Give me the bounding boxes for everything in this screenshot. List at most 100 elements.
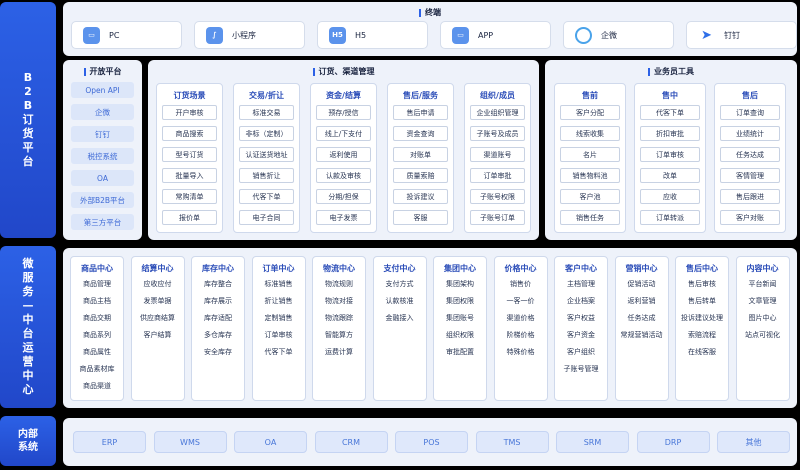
- service-item[interactable]: 任务达成: [616, 313, 668, 323]
- service-item[interactable]: 库存整合: [192, 279, 244, 289]
- service-item[interactable]: 集团架构: [434, 279, 486, 289]
- order-item[interactable]: 认证送货地址: [239, 147, 294, 162]
- service-item[interactable]: 企业档案: [555, 296, 607, 306]
- service-item[interactable]: 站点可视化: [737, 330, 789, 340]
- service-item[interactable]: 商品素材库: [71, 364, 123, 374]
- order-item[interactable]: 对账单: [393, 147, 448, 162]
- sales-item[interactable]: 订单转派: [640, 210, 700, 225]
- internal-system[interactable]: CRM: [314, 431, 388, 453]
- terminal-item-2[interactable]: H5 H5: [317, 21, 428, 49]
- service-item[interactable]: 投诉建议处理: [676, 313, 728, 323]
- order-item[interactable]: 认款及审核: [316, 168, 371, 183]
- open-platform-item[interactable]: 钉钉: [71, 126, 134, 142]
- sales-item[interactable]: 任务达成: [720, 147, 780, 162]
- sales-item[interactable]: 折扣审批: [640, 126, 700, 141]
- internal-system[interactable]: OA: [234, 431, 307, 453]
- service-item[interactable]: 商品交期: [71, 313, 123, 323]
- service-item[interactable]: 文章管理: [737, 296, 789, 306]
- sales-item[interactable]: 业绩统计: [720, 126, 780, 141]
- order-item[interactable]: 企业组织管理: [470, 105, 525, 120]
- service-item[interactable]: 主档管理: [555, 279, 607, 289]
- order-item[interactable]: 非标（定制）: [239, 126, 294, 141]
- order-item[interactable]: 质量索赔: [393, 168, 448, 183]
- service-item[interactable]: 组织权限: [434, 330, 486, 340]
- internal-system[interactable]: WMS: [153, 431, 227, 453]
- service-item[interactable]: 商品管理: [71, 279, 123, 289]
- service-item[interactable]: 阶梯价格: [495, 330, 547, 340]
- order-item[interactable]: 预存/授信: [316, 105, 371, 120]
- service-item[interactable]: 库存展示: [192, 296, 244, 306]
- sales-item[interactable]: 客情管理: [720, 168, 780, 183]
- terminal-item-4[interactable]: 企微: [563, 21, 674, 49]
- service-item[interactable]: 审批配置: [434, 347, 486, 357]
- sales-item[interactable]: 应收: [640, 189, 700, 204]
- order-item[interactable]: 子账号订单: [470, 210, 525, 225]
- order-item[interactable]: 标准交易: [239, 105, 294, 120]
- order-item[interactable]: 报价单: [162, 210, 217, 225]
- sales-item[interactable]: 客户分配: [560, 105, 620, 120]
- order-item[interactable]: 渠道账号: [470, 147, 525, 162]
- sales-item[interactable]: 售后跟进: [720, 189, 780, 204]
- order-item[interactable]: 电子发票: [316, 210, 371, 225]
- service-item[interactable]: 折让销售: [253, 296, 305, 306]
- service-item[interactable]: 渠道价格: [495, 313, 547, 323]
- order-item[interactable]: 开户审核: [162, 105, 217, 120]
- order-item[interactable]: 商品搜索: [162, 126, 217, 141]
- service-item[interactable]: 物流规则: [313, 279, 365, 289]
- open-platform-item[interactable]: 第三方平台: [71, 214, 134, 230]
- sales-item[interactable]: 销售任务: [560, 210, 620, 225]
- sales-item[interactable]: 销售物料池: [560, 168, 620, 183]
- service-item[interactable]: 认款核准: [374, 296, 426, 306]
- service-item[interactable]: 客户结算: [132, 330, 184, 340]
- terminal-item-3[interactable]: ▭ APP: [440, 21, 551, 49]
- service-item[interactable]: 库存适配: [192, 313, 244, 323]
- sales-item[interactable]: 客户对账: [720, 210, 780, 225]
- open-platform-item[interactable]: 税控系统: [71, 148, 134, 164]
- sales-item[interactable]: 订单查询: [720, 105, 780, 120]
- sales-item[interactable]: 订单审核: [640, 147, 700, 162]
- service-item[interactable]: 供应商结算: [132, 313, 184, 323]
- sales-item[interactable]: 线索收集: [560, 126, 620, 141]
- service-item[interactable]: 索赔流程: [676, 330, 728, 340]
- service-item[interactable]: 发票单据: [132, 296, 184, 306]
- service-item[interactable]: 商品属性: [71, 347, 123, 357]
- service-item[interactable]: 多仓库存: [192, 330, 244, 340]
- terminal-item-0[interactable]: ▭ PC: [71, 21, 182, 49]
- service-item[interactable]: 售后转单: [676, 296, 728, 306]
- order-item[interactable]: 资金查询: [393, 126, 448, 141]
- terminal-item-1[interactable]: ∫ 小程序: [194, 21, 305, 49]
- internal-system[interactable]: TMS: [475, 431, 549, 453]
- internal-system[interactable]: SRM: [556, 431, 629, 453]
- service-item[interactable]: 智能算方: [313, 330, 365, 340]
- order-item[interactable]: 销售折让: [239, 168, 294, 183]
- service-item[interactable]: 子账号管理: [555, 364, 607, 374]
- order-item[interactable]: 分期/担保: [316, 189, 371, 204]
- order-item[interactable]: 线上/下支付: [316, 126, 371, 141]
- service-item[interactable]: 订单审核: [253, 330, 305, 340]
- service-item[interactable]: 标准销售: [253, 279, 305, 289]
- service-item[interactable]: 促销活动: [616, 279, 668, 289]
- service-item[interactable]: 应收应付: [132, 279, 184, 289]
- service-item[interactable]: 一客一价: [495, 296, 547, 306]
- service-item[interactable]: 物流对接: [313, 296, 365, 306]
- service-item[interactable]: 商品渠道: [71, 381, 123, 391]
- service-item[interactable]: 金融接入: [374, 313, 426, 323]
- order-item[interactable]: 订单审批: [470, 168, 525, 183]
- order-item[interactable]: 子账号及成员: [470, 126, 525, 141]
- service-item[interactable]: 平台新闻: [737, 279, 789, 289]
- service-item[interactable]: 销售价: [495, 279, 547, 289]
- service-item[interactable]: 代客下单: [253, 347, 305, 357]
- service-item[interactable]: 特殊价格: [495, 347, 547, 357]
- service-item[interactable]: 运费计算: [313, 347, 365, 357]
- sales-item[interactable]: 名片: [560, 147, 620, 162]
- service-item[interactable]: 商品主档: [71, 296, 123, 306]
- terminal-item-5[interactable]: ➤ 钉钉: [686, 21, 797, 49]
- service-item[interactable]: 常规营销活动: [616, 330, 668, 340]
- service-item[interactable]: 集团账号: [434, 313, 486, 323]
- order-item[interactable]: 子账号权限: [470, 189, 525, 204]
- order-item[interactable]: 售后申请: [393, 105, 448, 120]
- internal-system[interactable]: POS: [395, 431, 468, 453]
- order-item[interactable]: 批量导入: [162, 168, 217, 183]
- service-item[interactable]: 客户权益: [555, 313, 607, 323]
- open-platform-item[interactable]: 企微: [71, 104, 134, 120]
